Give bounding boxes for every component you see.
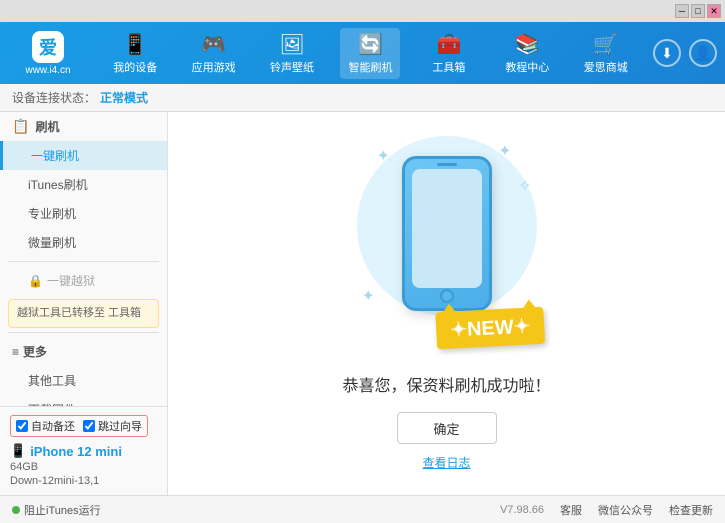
sparkle-4: ✦ (362, 286, 375, 306)
device-name: 📱 iPhone 12 mini (10, 443, 157, 459)
phone-shape (402, 156, 492, 311)
sidebar-alert: 越狱工具已转移至 工具箱 (8, 299, 159, 328)
phone-home-btn (440, 289, 454, 303)
jailbreak-label: 一键越狱 (47, 272, 95, 289)
sparkle-1: ✦ (377, 146, 390, 166)
more-section-icon: ≡ (12, 345, 19, 359)
bottom-right: V7.98.66 客服 微信公众号 检查更新 (500, 502, 713, 518)
nav-wallpaper-label: 铃声壁纸 (270, 59, 314, 75)
store-icon: 🛒 (593, 32, 618, 57)
nav-tutorial[interactable]: 📚 教程中心 (497, 28, 557, 79)
sidebar-jailbreak-disabled: 🔒 一键越狱 (0, 266, 167, 295)
sidebar-downgrade[interactable]: 微量刷机 (0, 228, 167, 257)
wechat-link[interactable]: 微信公众号 (598, 502, 653, 518)
sidebar-itunes-flash[interactable]: iTunes刷机 (0, 170, 167, 199)
sparkle-2: ✦ (498, 141, 511, 161)
content-area: ✦ ✦ ✧ ✦ ✦NEW✦ 恭喜您，保资料刷机成功啦！ 确定 查看日志 (168, 112, 725, 495)
sidebar-divider-1 (8, 261, 159, 262)
status-bar: 设备连接状态： 正常模式 (0, 84, 725, 112)
nav-bar: 📱 我的设备 🎮 应用游戏 🖼 铃声壁纸 🔄 智能刷机 🧰 工具箱 📚 教程中心… (96, 28, 645, 79)
wizard-input[interactable] (83, 420, 95, 432)
one-click-label: 一键刷机 (31, 149, 79, 163)
itunes-flash-label: iTunes刷机 (28, 178, 88, 192)
phone-icon: 📱 (10, 443, 26, 459)
alert-text: 越狱工具已转移至 工具箱 (17, 307, 141, 319)
customer-service-link[interactable]: 客服 (560, 502, 582, 518)
itunes-status: 阻止iTunes运行 (12, 502, 101, 518)
logo[interactable]: 爱 www.i4.cn (8, 31, 88, 76)
logo-url: www.i4.cn (25, 65, 70, 76)
logo-icon: 爱 (32, 31, 64, 63)
device-storage: 64GB (10, 461, 157, 473)
status-label: 设备连接状态： (12, 89, 96, 106)
download-btn[interactable]: ⬇ (653, 39, 681, 67)
itunes-status-text: 阻止iTunes运行 (24, 502, 101, 518)
nav-toolbox-label: 工具箱 (432, 59, 465, 75)
sidebar-one-click[interactable]: 一键刷机 (0, 141, 167, 170)
nav-wallpaper[interactable]: 🖼 铃声壁纸 (262, 28, 322, 79)
sidebar-pro-flash[interactable]: 专业刷机 (0, 199, 167, 228)
close-btn[interactable]: ✕ (707, 4, 721, 18)
sidebar-divider-2 (8, 332, 159, 333)
nav-smart-flash[interactable]: 🔄 智能刷机 (340, 28, 400, 79)
auto-backup-input[interactable] (16, 420, 28, 432)
minimize-btn[interactable]: ─ (675, 4, 689, 18)
confirm-button[interactable]: 确定 (397, 412, 497, 444)
nav-my-device[interactable]: 📱 我的设备 (105, 28, 165, 79)
checkbox-row: 自动备还 跳过向导 (10, 415, 157, 437)
section-more: ≡ 更多 (0, 337, 167, 366)
auto-backup-label: 自动备还 (31, 418, 75, 434)
device-icon: 📱 (123, 32, 148, 57)
sidebar-other-tools[interactable]: 其他工具 (0, 366, 167, 395)
new-badge: ✦NEW✦ (435, 307, 545, 350)
nav-store[interactable]: 🛒 爱思商城 (576, 28, 636, 79)
device-name-text: iPhone 12 mini (30, 444, 122, 459)
flash-section-icon: 📋 (12, 118, 29, 135)
more-section-label: 更多 (23, 343, 47, 360)
wallpaper-icon: 🖼 (279, 32, 304, 57)
user-btn[interactable]: 👤 (689, 39, 717, 67)
nav-app-games-label: 应用游戏 (192, 59, 236, 75)
title-bar: ─ □ ✕ (0, 0, 725, 22)
nav-tutorial-label: 教程中心 (505, 59, 549, 75)
pro-flash-label: 专业刷机 (28, 207, 76, 221)
phone-illustration: ✦ ✦ ✧ ✦ ✦NEW✦ (347, 136, 547, 356)
nav-toolbox[interactable]: 🧰 工具箱 (419, 28, 479, 79)
phone-screen (412, 169, 482, 288)
main-layout: 📋 刷机 一键刷机 iTunes刷机 专业刷机 微量刷机 🔒 一键越狱 越狱工具… (0, 112, 725, 495)
lock-icon: 🔒 (28, 274, 43, 288)
status-value: 正常模式 (100, 89, 148, 106)
flash-icon: 🔄 (358, 32, 383, 57)
header: 爱 www.i4.cn 📱 我的设备 🎮 应用游戏 🖼 铃声壁纸 🔄 智能刷机 … (0, 22, 725, 84)
check-update-link[interactable]: 检查更新 (669, 502, 713, 518)
maximize-btn[interactable]: □ (691, 4, 705, 18)
sidebar: 📋 刷机 一键刷机 iTunes刷机 专业刷机 微量刷机 🔒 一键越狱 越狱工具… (0, 112, 168, 495)
bottom-bar: 阻止iTunes运行 V7.98.66 客服 微信公众号 检查更新 (0, 495, 725, 523)
other-tools-label: 其他工具 (28, 374, 76, 388)
wizard-label: 跳过向导 (98, 418, 142, 434)
downgrade-label: 微量刷机 (28, 236, 76, 250)
app-icon: 🎮 (201, 32, 226, 57)
auto-backup-checkbox[interactable]: 自动备还 (16, 418, 75, 434)
tutorial-icon: 📚 (515, 32, 540, 57)
success-text: 恭喜您，保资料刷机成功啦！ (342, 372, 550, 396)
header-right: ⬇ 👤 (653, 39, 717, 67)
version-text: V7.98.66 (500, 504, 544, 516)
itunes-dot (12, 506, 20, 514)
device-area: 自动备还 跳过向导 📱 iPhone 12 mini 64GB Down-12m… (0, 406, 168, 495)
wizard-checkbox[interactable]: 跳过向导 (83, 418, 142, 434)
secondary-link[interactable]: 查看日志 (422, 454, 470, 471)
sparkle-3: ✧ (518, 176, 531, 196)
section-flash-label: 刷机 (35, 118, 59, 135)
phone-speaker (437, 163, 457, 166)
nav-app-games[interactable]: 🎮 应用游戏 (184, 28, 244, 79)
section-flash: 📋 刷机 (0, 112, 167, 141)
device-system: Down-12mini-13,1 (10, 475, 157, 487)
toolbox-icon: 🧰 (436, 32, 461, 57)
nav-smart-flash-label: 智能刷机 (348, 59, 392, 75)
nav-store-label: 爱思商城 (584, 59, 628, 75)
nav-my-device-label: 我的设备 (113, 59, 157, 75)
